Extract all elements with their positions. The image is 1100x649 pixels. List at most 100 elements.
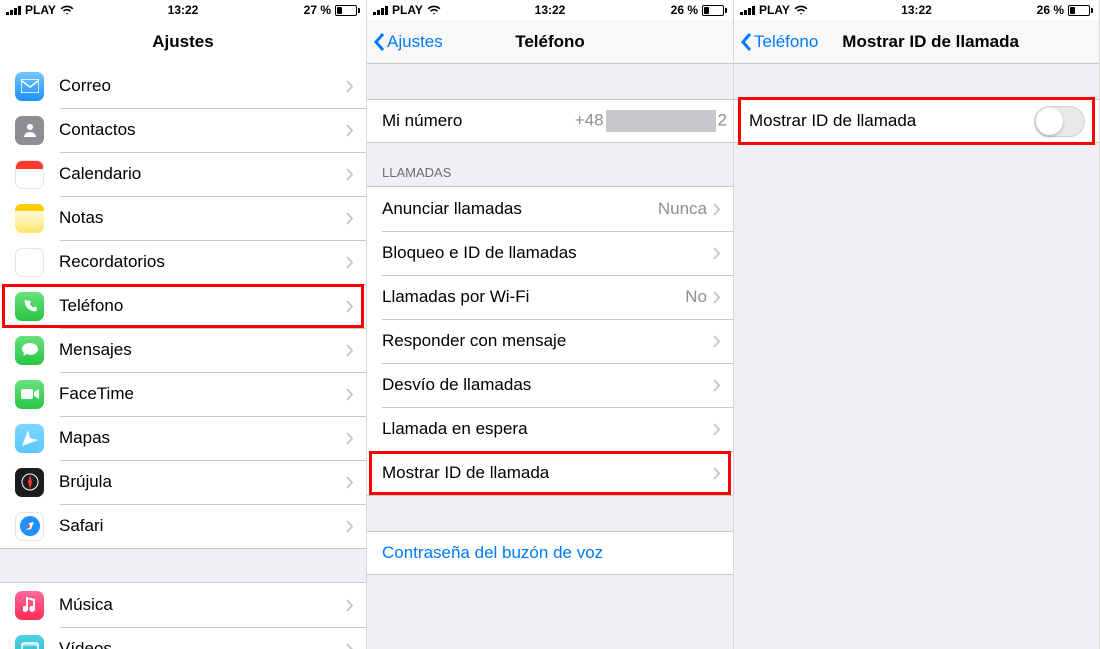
my-number-value: +482 bbox=[575, 110, 727, 132]
cell-value: No bbox=[685, 287, 707, 307]
nav-bar: Teléfono Mostrar ID de llamada bbox=[734, 20, 1099, 64]
respond-with-text-cell[interactable]: Responder con mensaje bbox=[367, 319, 733, 363]
contacts-icon bbox=[15, 116, 44, 145]
carrier-label: PLAY bbox=[759, 3, 790, 17]
voicemail-password-label: Contraseña del buzón de voz bbox=[382, 543, 733, 563]
chevron-left-icon bbox=[373, 32, 385, 52]
call-forwarding-cell[interactable]: Desvío de llamadas bbox=[367, 363, 733, 407]
wifi-icon bbox=[427, 3, 441, 17]
maps-icon bbox=[15, 424, 44, 453]
signal-icon bbox=[740, 5, 755, 15]
chevron-right-icon bbox=[713, 291, 721, 304]
cell-value: Nunca bbox=[658, 199, 707, 219]
chevron-right-icon bbox=[346, 256, 354, 269]
show-caller-id-cell[interactable]: Mostrar ID de llamada bbox=[367, 451, 733, 495]
chevron-right-icon bbox=[713, 423, 721, 436]
chevron-right-icon bbox=[346, 599, 354, 612]
settings-item-label: Contactos bbox=[59, 120, 346, 140]
chevron-right-icon bbox=[346, 344, 354, 357]
group-spacer bbox=[0, 548, 366, 583]
settings-list[interactable]: Correo Contactos Calendario Notas Record… bbox=[0, 64, 366, 649]
chevron-right-icon bbox=[346, 476, 354, 489]
settings-item-messages[interactable]: Mensajes bbox=[0, 328, 366, 372]
phone-settings-list[interactable]: Mi número +482 LLAMADAS Anunciar llamada… bbox=[367, 64, 733, 649]
settings-item-music[interactable]: Música bbox=[0, 583, 366, 627]
cell-label: Llamada en espera bbox=[382, 419, 713, 439]
chevron-right-icon bbox=[713, 335, 721, 348]
battery-icon bbox=[702, 5, 727, 16]
messages-icon bbox=[15, 336, 44, 365]
settings-item-label: FaceTime bbox=[59, 384, 346, 404]
page-title: Ajustes bbox=[152, 32, 213, 52]
call-blocking-cell[interactable]: Bloqueo e ID de llamadas bbox=[367, 231, 733, 275]
chevron-right-icon bbox=[713, 203, 721, 216]
page-title: Mostrar ID de llamada bbox=[842, 32, 1019, 51]
facetime-icon bbox=[15, 380, 44, 409]
settings-item-label: Mensajes bbox=[59, 340, 346, 360]
notes-icon bbox=[15, 204, 44, 233]
settings-item-label: Calendario bbox=[59, 164, 346, 184]
settings-item-safari[interactable]: Safari bbox=[0, 504, 366, 548]
settings-item-mail[interactable]: Correo bbox=[0, 64, 366, 108]
chevron-right-icon bbox=[713, 467, 721, 480]
page-title: Teléfono bbox=[515, 32, 585, 52]
cell-label: Anunciar llamadas bbox=[382, 199, 658, 219]
cell-label: Mostrar ID de llamada bbox=[382, 463, 713, 483]
settings-item-label: Mapas bbox=[59, 428, 346, 448]
toggle-label: Mostrar ID de llamada bbox=[749, 111, 1034, 131]
settings-item-label: Vídeos bbox=[59, 639, 346, 649]
my-number-cell[interactable]: Mi número +482 bbox=[367, 99, 733, 143]
redacted-number bbox=[606, 110, 716, 132]
wifi-calling-cell[interactable]: Llamadas por Wi-Fi No bbox=[367, 275, 733, 319]
cell-label: Llamadas por Wi-Fi bbox=[382, 287, 685, 307]
my-number-label: Mi número bbox=[382, 111, 575, 131]
announce-calls-cell[interactable]: Anunciar llamadas Nunca bbox=[367, 187, 733, 231]
settings-item-maps[interactable]: Mapas bbox=[0, 416, 366, 460]
show-caller-id-toggle-cell[interactable]: Mostrar ID de llamada bbox=[734, 99, 1099, 143]
cell-label: Bloqueo e ID de llamadas bbox=[382, 243, 713, 263]
calendar-icon bbox=[15, 160, 44, 189]
cell-label: Desvío de llamadas bbox=[382, 375, 713, 395]
phone-settings-pane: PLAY 13:22 26 % Ajustes Teléfono Mi núme… bbox=[367, 0, 734, 649]
back-button[interactable]: Teléfono bbox=[740, 32, 818, 52]
safari-icon bbox=[15, 512, 44, 541]
settings-item-compass[interactable]: Brújula bbox=[0, 460, 366, 504]
settings-item-phone[interactable]: Teléfono bbox=[0, 284, 366, 328]
videos-icon bbox=[15, 635, 44, 649]
status-bar: PLAY 13:22 27 % bbox=[0, 0, 366, 20]
battery-percent: 26 % bbox=[671, 3, 698, 17]
compass-icon bbox=[15, 468, 44, 497]
show-caller-id-switch[interactable] bbox=[1034, 106, 1085, 137]
back-button[interactable]: Ajustes bbox=[373, 20, 443, 63]
settings-item-reminders[interactable]: Recordatorios bbox=[0, 240, 366, 284]
chevron-right-icon bbox=[346, 643, 354, 649]
music-icon bbox=[15, 591, 44, 620]
cell-label: Responder con mensaje bbox=[382, 331, 713, 351]
chevron-right-icon bbox=[346, 432, 354, 445]
settings-item-videos[interactable]: Vídeos bbox=[0, 627, 366, 649]
settings-item-label: Safari bbox=[59, 516, 346, 536]
settings-item-facetime[interactable]: FaceTime bbox=[0, 372, 366, 416]
settings-item-contacts[interactable]: Contactos bbox=[0, 108, 366, 152]
battery-percent: 27 % bbox=[304, 3, 331, 17]
settings-item-label: Recordatorios bbox=[59, 252, 346, 272]
call-waiting-cell[interactable]: Llamada en espera bbox=[367, 407, 733, 451]
back-label: Ajustes bbox=[387, 32, 443, 52]
carrier-label: PLAY bbox=[25, 3, 56, 17]
chevron-right-icon bbox=[346, 124, 354, 137]
carrier-label: PLAY bbox=[392, 3, 423, 17]
settings-item-notes[interactable]: Notas bbox=[0, 196, 366, 240]
settings-item-label: Música bbox=[59, 595, 346, 615]
status-bar: PLAY 13:22 26 % bbox=[734, 0, 1099, 20]
signal-icon bbox=[373, 5, 388, 15]
settings-pane: PLAY 13:22 27 % Ajustes Correo Contactos… bbox=[0, 0, 367, 649]
wifi-icon bbox=[794, 3, 808, 17]
chevron-right-icon bbox=[346, 168, 354, 181]
chevron-right-icon bbox=[346, 300, 354, 313]
mail-icon bbox=[15, 72, 44, 101]
voicemail-password-cell[interactable]: Contraseña del buzón de voz bbox=[367, 531, 733, 575]
signal-icon bbox=[6, 5, 21, 15]
nav-bar: Ajustes bbox=[0, 20, 366, 64]
settings-item-calendar[interactable]: Calendario bbox=[0, 152, 366, 196]
battery-icon bbox=[335, 5, 360, 16]
